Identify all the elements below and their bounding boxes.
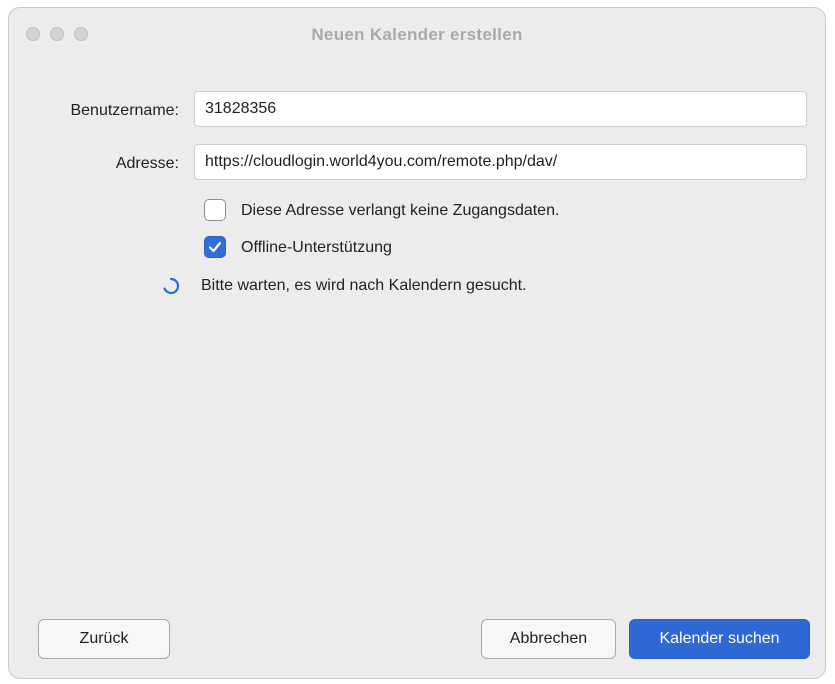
search-calendars-button[interactable]: Kalender suchen (629, 619, 810, 659)
status-text: Bitte warten, es wird nach Kalendern ges… (201, 277, 527, 294)
offline-support-checkbox[interactable] (204, 236, 226, 258)
offline-support-label: Offline-Unterstützung (241, 239, 392, 256)
back-button[interactable]: Zurück (38, 619, 170, 659)
checkmark-icon (208, 241, 222, 253)
dialog-window: Neuen Kalender erstellen Benutzername: 3… (8, 7, 826, 679)
window-title: Neuen Kalender erstellen (311, 25, 523, 44)
loading-spinner-icon (163, 277, 180, 295)
username-field[interactable]: 31828356 (194, 91, 807, 127)
address-field[interactable]: https://cloudlogin.world4you.com/remote.… (194, 144, 807, 180)
cancel-button[interactable]: Abbrechen (481, 619, 616, 659)
no-credentials-label: Diese Adresse verlangt keine Zugangsdate… (241, 202, 560, 219)
username-label: Benutzername: (70, 102, 179, 119)
address-label: Adresse: (115, 155, 179, 172)
title-bar: Neuen Kalender erstellen (9, 8, 825, 64)
no-credentials-checkbox[interactable] (204, 199, 226, 221)
